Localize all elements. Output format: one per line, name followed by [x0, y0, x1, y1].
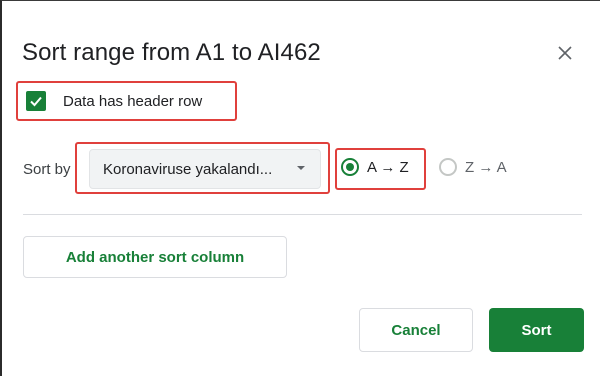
- sort-column-select[interactable]: Koronaviruse yakalandı...: [89, 149, 321, 189]
- radio-ascending[interactable]: A → Z: [341, 158, 409, 176]
- dropdown-arrow-icon: [297, 166, 305, 170]
- radio-descending[interactable]: Z → A: [439, 158, 507, 176]
- divider: [23, 214, 582, 215]
- radio-descending-circle[interactable]: [439, 158, 457, 176]
- header-row-label: Data has header row: [63, 93, 203, 110]
- cancel-button[interactable]: Cancel: [359, 308, 473, 352]
- checkmark-icon: [30, 96, 42, 107]
- sort-column-value: Koronaviruse yakalandı...: [103, 161, 273, 178]
- sort-button[interactable]: Sort: [489, 308, 584, 352]
- header-row-option[interactable]: Data has header row: [16, 81, 237, 121]
- close-button[interactable]: [553, 41, 577, 65]
- radio-descending-label: Z → A: [465, 158, 507, 176]
- dialog-title: Sort range from A1 to AI462: [22, 39, 321, 66]
- header-row-checkbox[interactable]: [26, 91, 46, 111]
- sort-by-label: Sort by: [23, 161, 71, 178]
- radio-selected-dot: [346, 163, 354, 171]
- close-icon: [558, 46, 572, 60]
- add-sort-column-button[interactable]: Add another sort column: [23, 236, 287, 278]
- radio-ascending-circle[interactable]: [341, 158, 359, 176]
- radio-ascending-label: A → Z: [367, 158, 409, 176]
- sort-range-dialog: Sort range from A1 to AI462 Data has hea…: [0, 0, 600, 376]
